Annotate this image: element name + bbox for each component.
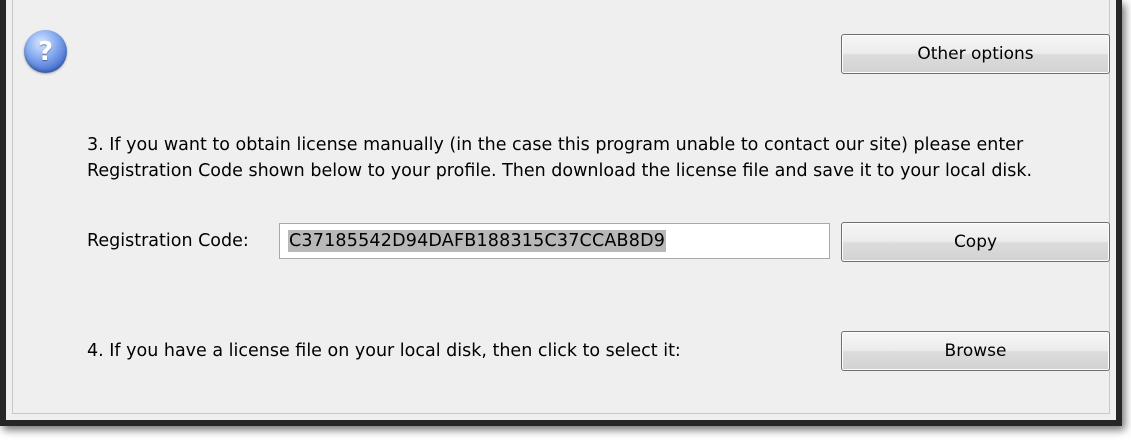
other-options-button[interactable]: Other options — [841, 34, 1110, 74]
browse-label: Browse — [944, 341, 1007, 361]
help-glyph: ? — [37, 36, 54, 67]
license-dialog: ? Other options 3. If you want to obtain… — [0, 0, 1122, 426]
browse-button[interactable]: Browse — [841, 331, 1110, 371]
step3-instructions: 3. If you want to obtain license manuall… — [87, 135, 1033, 181]
step4-instructions: 4. If you have a license file on your lo… — [87, 341, 681, 361]
registration-code-value: C37185542D94DAFB188315C37CCAB8D9 — [288, 230, 667, 252]
registration-code-label: Registration Code: — [87, 231, 249, 251]
help-icon[interactable]: ? — [24, 30, 67, 73]
copy-label: Copy — [953, 232, 998, 252]
other-options-label: Other options — [917, 44, 1034, 64]
registration-code-field[interactable]: C37185542D94DAFB188315C37CCAB8D9 — [279, 223, 830, 259]
copy-button[interactable]: Copy — [841, 222, 1110, 262]
